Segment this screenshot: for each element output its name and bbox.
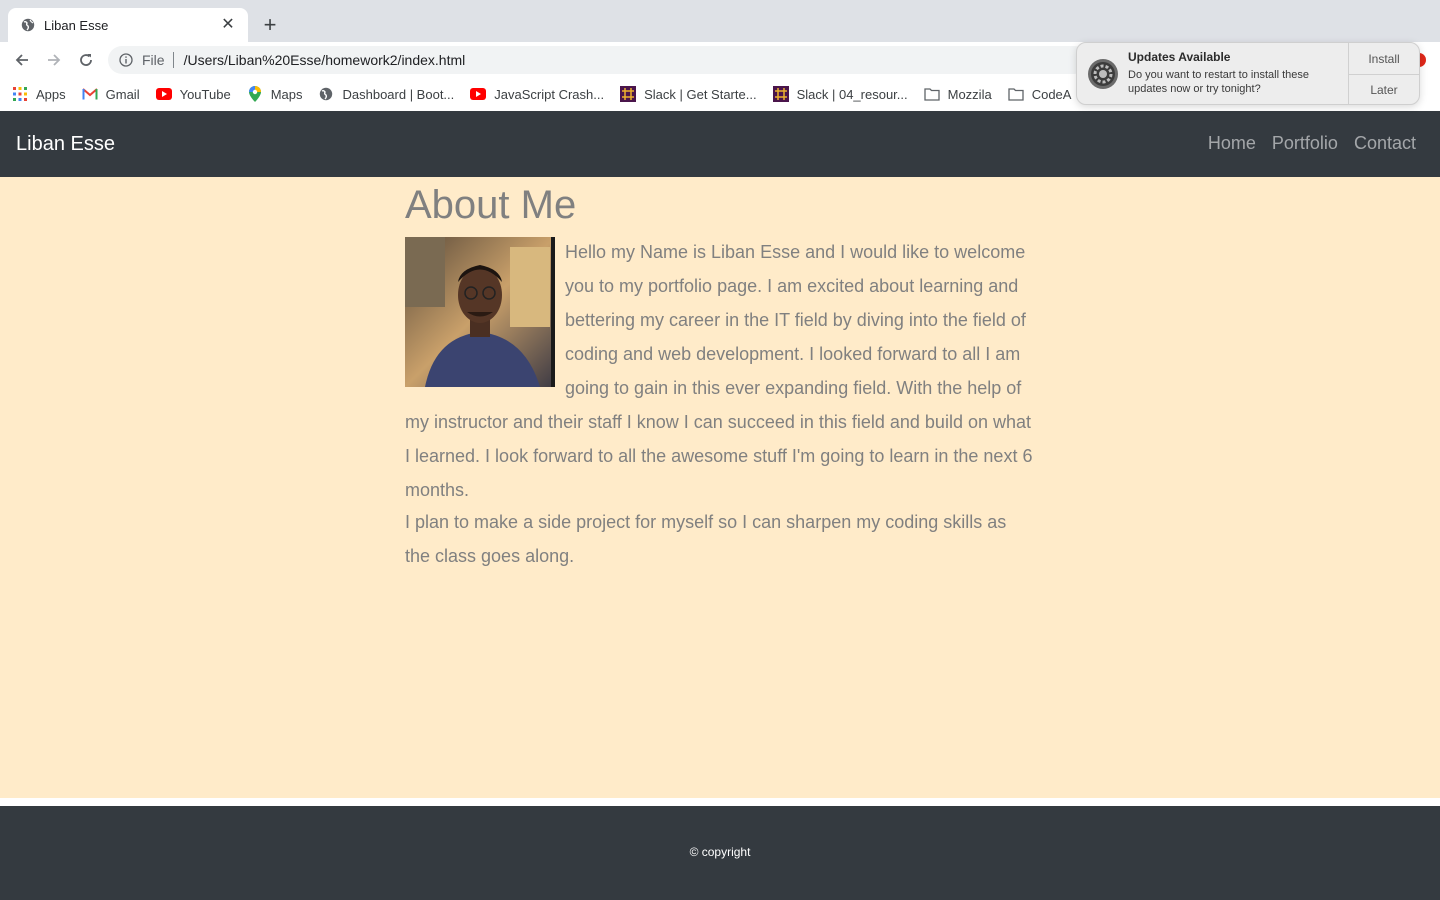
bookmark-maps[interactable]: Maps [247,86,303,102]
bookmark-javascript-crash[interactable]: JavaScript Crash... [470,86,604,102]
update-notification[interactable]: Updates Available Do you want to restart… [1076,42,1420,105]
youtube-icon [155,86,172,102]
back-icon[interactable] [10,48,34,72]
bookmark-label: Apps [36,86,66,102]
apps-grid-icon [12,86,28,102]
bookmark-label: Mozzila [947,86,992,102]
url-divider [172,52,174,68]
bookmark-label: Gmail [105,86,140,102]
later-button[interactable]: Later [1349,74,1419,104]
bookmark-label: JavaScript Crash... [494,86,605,102]
profile-photo [405,237,555,387]
new-tab-button[interactable]: + [258,13,282,37]
folder-icon [1008,86,1024,102]
system-preferences-gear-icon [1087,58,1119,90]
bookmark-label: Slack | 04_resour... [796,86,908,102]
notification-body: Do you want to restart to install these … [1128,69,1309,95]
info-icon[interactable] [118,52,134,68]
bookmark-label: CodeA [1031,86,1072,102]
maps-pin-icon [247,86,263,102]
nav-link-home[interactable]: Home [1208,133,1256,154]
tab-title: Liban Esse [44,17,109,33]
bookmark-slack-04-resources[interactable]: Slack | 04_resour... [772,86,908,102]
close-icon[interactable]: ✕ [220,17,236,33]
tab-strip: Liban Esse ✕ + [0,0,1440,42]
url-text[interactable]: /Users/Liban%20Esse/homework2/index.html [184,52,466,68]
notification-title: Updates Available [1128,50,1231,64]
globe-icon [20,17,36,33]
gmail-icon [81,86,98,102]
bookmark-label: Slack | Get Starte... [644,86,757,102]
bookmark-dashboard[interactable]: Dashboard | Boot... [318,86,454,102]
bookmark-label: YouTube [179,86,231,102]
bookmark-folder-codea[interactable]: CodeA [1008,86,1072,102]
globe-icon [318,86,334,102]
bookmark-youtube[interactable]: YouTube [155,86,231,102]
slack-icon [620,86,637,102]
folder-icon [923,86,940,102]
main-section: About Me Hello my Name is Liban Esse and… [0,177,1440,798]
notification-actions: Install Later [1348,43,1419,104]
youtube-icon [470,86,487,102]
site-nav-links: Home Portfolio Contact [1192,133,1416,154]
bookmark-slack-get-started[interactable]: Slack | Get Starte... [620,86,757,102]
site-footer: © copyright [0,806,1440,900]
site-navbar: Liban Esse Home Portfolio Contact [0,111,1440,177]
nav-link-portfolio[interactable]: Portfolio [1272,133,1338,154]
url-scheme-label: File [142,52,165,68]
site-brand[interactable]: Liban Esse [16,133,115,156]
bookmark-label: Dashboard | Boot... [342,86,455,102]
install-button[interactable]: Install [1349,43,1419,74]
bookmark-apps[interactable]: Apps [12,86,66,102]
forward-icon[interactable] [42,48,66,72]
address-bar[interactable]: File /Users/Liban%20Esse/homework2/index… [108,46,1088,74]
slack-icon [772,86,789,102]
page-title: About Me [405,183,577,227]
about-paragraph-2: I plan to make a side project for myself… [405,512,1007,566]
bookmark-label: Maps [270,86,303,102]
reload-icon[interactable] [74,48,98,72]
nav-link-contact[interactable]: Contact [1354,133,1416,154]
copyright-text: © copyright [689,845,751,859]
bookmark-gmail[interactable]: Gmail [81,86,140,102]
about-content: About Me Hello my Name is Liban Esse and… [405,177,1035,573]
bookmark-folder-mozzila[interactable]: Mozzila [923,86,992,102]
browser-tab[interactable]: Liban Esse ✕ [8,8,248,42]
